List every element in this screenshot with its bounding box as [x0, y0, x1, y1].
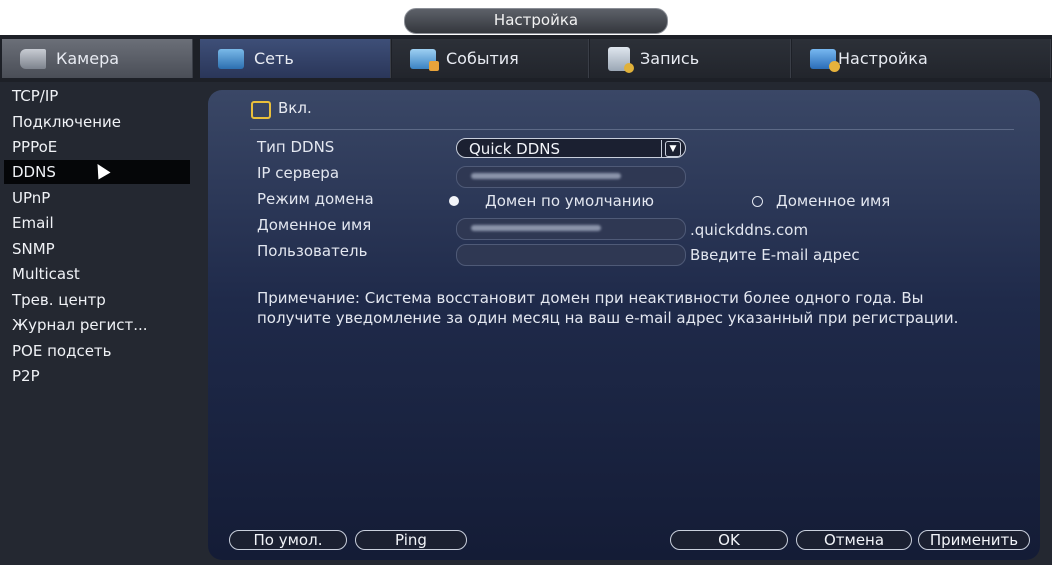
default-button[interactable]: По умол.: [229, 530, 347, 550]
divider: [250, 129, 1014, 130]
server-ip-label: IP сервера: [257, 164, 340, 182]
radio-default-domain[interactable]: [449, 196, 459, 206]
settings-icon: [810, 48, 840, 72]
sidebar-item-upnp[interactable]: UPnP: [4, 186, 190, 210]
sidebar-item-pppoe[interactable]: PPPoE: [4, 135, 190, 159]
tab-events-label: События: [446, 49, 519, 68]
sidebar-item-p2p[interactable]: P2P: [4, 364, 190, 388]
domain-suffix: .quickddns.com: [690, 221, 809, 239]
tab-network[interactable]: Сеть: [200, 39, 391, 78]
domain-name-label: Доменное имя: [257, 216, 372, 234]
sidebar-item-connection[interactable]: Подключение: [4, 110, 190, 134]
ddns-type-label: Тип DDNS: [257, 138, 335, 156]
tab-bar: Камера Сеть События Запись Настройка: [0, 35, 1052, 82]
cancel-button[interactable]: Отмена: [796, 530, 912, 550]
sidebar-item-multicast[interactable]: Multicast: [4, 262, 190, 286]
sidebar-item-email[interactable]: Email: [4, 211, 190, 235]
sidebar-item-poe-subnet[interactable]: POE подсеть: [4, 339, 190, 363]
sidebar-item-snmp[interactable]: SNMP: [4, 237, 190, 261]
enable-label: Вкл.: [278, 99, 312, 117]
select-divider: [661, 140, 662, 157]
ddns-type-value: Quick DDNS: [469, 140, 561, 158]
ddns-type-select[interactable]: Quick DDNS ▼: [456, 138, 686, 158]
sidebar-item-tcpip[interactable]: TCP/IP: [4, 84, 190, 108]
redacted-value: [471, 173, 621, 179]
window-title: Настройка: [404, 8, 668, 34]
camera-icon: [20, 48, 46, 69]
events-icon: [410, 48, 439, 71]
tab-camera-label: Камера: [56, 49, 120, 68]
network-icon: [218, 48, 244, 69]
enable-checkbox[interactable]: [251, 101, 271, 119]
tab-record-label: Запись: [640, 49, 700, 68]
chevron-down-icon[interactable]: ▼: [665, 141, 681, 157]
tab-record[interactable]: Запись: [590, 39, 791, 78]
radio-domain-name[interactable]: [752, 196, 763, 207]
ok-button[interactable]: OK: [670, 530, 788, 550]
tab-settings[interactable]: Настройка: [792, 39, 1051, 78]
tab-settings-label: Настройка: [838, 49, 928, 68]
sidebar-item-alarm-center[interactable]: Трев. центр: [4, 288, 190, 312]
title-bar: Настройка: [0, 0, 1052, 34]
tab-events[interactable]: События: [392, 39, 589, 78]
ping-button[interactable]: Ping: [355, 530, 467, 550]
user-hint: Введите E-mail адрес: [690, 246, 860, 264]
tab-camera[interactable]: Камера: [2, 39, 193, 78]
server-ip-field[interactable]: [456, 166, 686, 188]
user-field[interactable]: [456, 244, 686, 266]
radio-default-domain-label: Домен по умолчанию: [485, 192, 654, 210]
record-icon: [608, 46, 634, 73]
radio-domain-name-label: Доменное имя: [776, 192, 891, 210]
apply-button[interactable]: Применить: [918, 530, 1030, 550]
sidebar-item-register-log[interactable]: Журнал регист...: [4, 313, 190, 337]
domain-name-field[interactable]: [456, 218, 686, 240]
note-text: Примечание: Система восстановит домен пр…: [257, 289, 959, 327]
tab-network-label: Сеть: [254, 49, 294, 68]
redacted-value: [471, 225, 601, 231]
user-label: Пользователь: [257, 242, 368, 260]
domain-mode-label: Режим домена: [257, 190, 374, 208]
